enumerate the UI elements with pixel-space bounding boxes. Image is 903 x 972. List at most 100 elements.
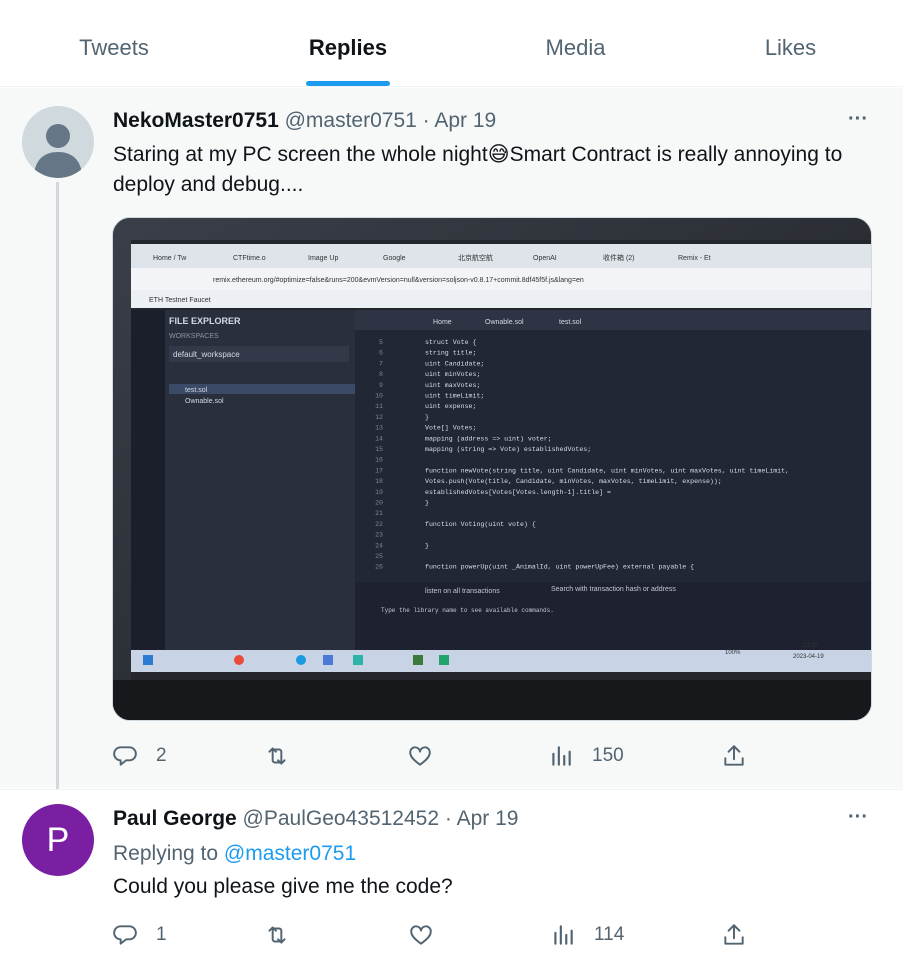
handle[interactable]: @PaulGeo43512452 bbox=[243, 807, 439, 830]
tab-likes[interactable]: Likes bbox=[683, 0, 898, 87]
reply-icon bbox=[113, 925, 137, 945]
views-button[interactable]: 114 bbox=[550, 920, 624, 950]
code-line: function newVote(string title, uint Cand… bbox=[425, 467, 789, 474]
reply-button[interactable]: 2 bbox=[112, 741, 167, 771]
code-line: } bbox=[425, 414, 429, 421]
code-line: uint timeLimit; bbox=[425, 393, 484, 400]
terminal-listen-label: listen on all transactions bbox=[425, 588, 500, 595]
tweet-photo[interactable]: Home / Tw CTFtime.o Image Up Google 北京航空… bbox=[112, 217, 872, 721]
more-icon[interactable]: ··· bbox=[846, 807, 870, 834]
browser-tab-label: Home / Tw bbox=[153, 255, 187, 262]
file-explorer-title: FILE EXPLORER bbox=[169, 316, 241, 326]
separator-dot: · bbox=[444, 807, 452, 830]
replying-to-link[interactable]: @master0751 bbox=[224, 842, 356, 865]
reply-count: 1 bbox=[156, 924, 167, 945]
code-line-number: 7 bbox=[379, 360, 383, 367]
retweet-button[interactable] bbox=[264, 920, 290, 950]
code-line-number: 5 bbox=[379, 339, 383, 346]
avatar[interactable]: P bbox=[22, 804, 94, 876]
views-count: 114 bbox=[594, 924, 625, 945]
file-item: test.sol bbox=[185, 387, 208, 394]
retweet-icon bbox=[268, 926, 286, 944]
tab-media[interactable]: Media bbox=[468, 0, 683, 87]
tweet-actions: 1 114 bbox=[112, 920, 872, 950]
retweet-button[interactable] bbox=[264, 741, 290, 771]
browser-tab-label: 北京航空航 bbox=[458, 253, 493, 262]
code-line-number: 17 bbox=[375, 467, 383, 474]
workspace-name: default_workspace bbox=[173, 350, 240, 359]
browser-tab-label: OpenAI bbox=[533, 255, 557, 262]
code-line-number: 12 bbox=[375, 414, 383, 421]
code-line-number: 16 bbox=[375, 457, 383, 464]
code-line-number: 8 bbox=[379, 371, 383, 378]
bookmark-label: ETH Testnet Faucet bbox=[149, 297, 211, 304]
battery-percentage: 100% bbox=[725, 650, 741, 656]
timestamp[interactable]: Apr 19 bbox=[457, 807, 519, 830]
code-line-number: 26 bbox=[375, 564, 383, 571]
views-count: 150 bbox=[592, 745, 624, 766]
code-line: } bbox=[425, 542, 429, 549]
reply-button[interactable]: 1 bbox=[112, 920, 167, 950]
tab-label: Tweets bbox=[79, 35, 149, 60]
retweet-icon bbox=[268, 747, 286, 765]
browser-tab-label: Image Up bbox=[308, 255, 338, 262]
tab-tweets[interactable]: Tweets bbox=[0, 0, 228, 87]
sweat-smile-emoji: 😅 bbox=[487, 143, 510, 166]
profile-tabs: Tweets Replies Media Likes bbox=[0, 0, 903, 87]
active-tab-indicator bbox=[306, 81, 390, 86]
handle[interactable]: @master0751 bbox=[285, 109, 417, 132]
tab-replies[interactable]: Replies bbox=[228, 0, 468, 87]
browser-tab-label: 收件箱 (2) bbox=[603, 253, 635, 262]
editor-tab-label: test.sol bbox=[559, 319, 582, 326]
browser-tab-label: Remix - Et bbox=[678, 255, 711, 262]
code-line-number: 10 bbox=[375, 393, 383, 400]
display-name[interactable]: NekoMaster0751 bbox=[113, 109, 279, 132]
replying-to-label: Replying to bbox=[113, 842, 219, 865]
browser-tab-label: Google bbox=[383, 255, 406, 262]
code-line-number: 22 bbox=[375, 521, 383, 528]
code-line: } bbox=[425, 500, 429, 507]
code-line-number: 14 bbox=[375, 435, 383, 442]
tweet-header: NekoMaster0751 @master0751 · Apr 19 bbox=[113, 109, 496, 133]
like-button[interactable] bbox=[407, 741, 433, 771]
code-line-number: 23 bbox=[375, 532, 383, 539]
code-line: uint maxVotes; bbox=[425, 382, 480, 389]
code-line-number: 19 bbox=[375, 489, 383, 496]
tweet-header: Paul George @PaulGeo43512452 · Apr 19 bbox=[113, 807, 518, 831]
code-line: uint minVotes; bbox=[425, 371, 480, 378]
display-name[interactable]: Paul George bbox=[113, 807, 237, 830]
tab-label: Media bbox=[545, 35, 606, 60]
workspaces-label: WORKSPACES bbox=[169, 333, 219, 340]
editor-tab-label: Ownable.sol bbox=[485, 319, 524, 326]
code-line-number: 24 bbox=[375, 542, 383, 549]
default-avatar-icon bbox=[34, 124, 82, 178]
code-line-number: 6 bbox=[379, 350, 383, 357]
tab-label: Likes bbox=[764, 35, 817, 60]
code-line-number: 15 bbox=[375, 446, 383, 453]
more-icon[interactable]: ··· bbox=[846, 109, 870, 136]
replying-to: Replying to @master0751 bbox=[113, 839, 883, 869]
code-line-number: 9 bbox=[379, 382, 383, 389]
code-line-number: 11 bbox=[375, 403, 383, 410]
code-line: uint Candidate; bbox=[425, 360, 484, 367]
laptop-screen-photo: Home / Tw CTFtime.o Image Up Google 北京航空… bbox=[113, 218, 871, 720]
avatar[interactable] bbox=[22, 106, 94, 178]
code-line: string title; bbox=[425, 350, 476, 357]
thread-line bbox=[56, 182, 59, 792]
terminal-search-placeholder: Search with transaction hash or address bbox=[551, 586, 676, 593]
code-line: establishedVotes[Votes[Votes.length-1].t… bbox=[425, 489, 611, 496]
code-line: uint expense; bbox=[425, 403, 476, 410]
views-icon bbox=[552, 746, 571, 766]
like-button[interactable] bbox=[408, 920, 434, 950]
code-line-number: 13 bbox=[375, 425, 383, 432]
tweet-text-part: Staring at my PC screen the whole night bbox=[113, 143, 488, 166]
file-item: Ownable.sol bbox=[185, 398, 224, 405]
views-button[interactable]: 150 bbox=[548, 741, 624, 771]
address-bar-url: remix.ethereum.org/#optimize=false&runs=… bbox=[213, 277, 584, 284]
timestamp[interactable]: Apr 19 bbox=[434, 109, 496, 132]
share-button[interactable] bbox=[721, 920, 747, 950]
code-line: function Voting(uint vote) { bbox=[425, 521, 536, 528]
tweet-text: Could you please give me the code? bbox=[113, 875, 453, 898]
share-button[interactable] bbox=[721, 741, 747, 771]
avatar-letter: P bbox=[46, 820, 70, 859]
